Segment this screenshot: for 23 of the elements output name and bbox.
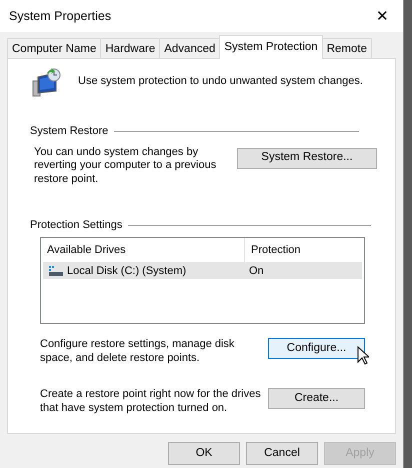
description-text: Create a restore point right now for the drives that have system protection turned on. — [40, 388, 262, 416]
mouse-pointer-icon — [357, 346, 369, 365]
description-text: Use system protection to undo unwanted system changes. — [78, 74, 363, 89]
description-text: You can undo system changes by reverting your computer to a previous restore point. — [34, 146, 218, 187]
description-text: Configure restore settings, manage disk space, and delete restore points. — [40, 338, 236, 366]
tab[interactable]: System Protection — [219, 35, 323, 59]
tab[interactable]: Computer Name — [7, 38, 102, 58]
system-restore-button[interactable]: System Restore... — [236, 148, 377, 168]
dialog-button[interactable]: OK — [168, 442, 240, 465]
tab[interactable]: Remote — [322, 38, 372, 58]
protection-status: On — [248, 264, 264, 278]
computer-restore-icon — [30, 67, 62, 99]
dialog-button[interactable]: Cancel — [246, 442, 318, 465]
action-button[interactable]: Configure... — [268, 338, 365, 360]
action-button[interactable]: Create... — [268, 388, 365, 409]
drive-name: Local Disk (C:) (System) — [67, 264, 186, 278]
column-header[interactable]: Protection — [245, 242, 301, 258]
group-heading: Protection Settings — [30, 218, 122, 233]
close-button[interactable]: ✕ — [370, 8, 395, 24]
window-title: System Properties — [9, 8, 112, 25]
drive-icon — [49, 266, 63, 276]
group-heading: System Restore — [30, 124, 108, 139]
list-row[interactable]: Local Disk (C:) (System) On — [43, 262, 362, 280]
